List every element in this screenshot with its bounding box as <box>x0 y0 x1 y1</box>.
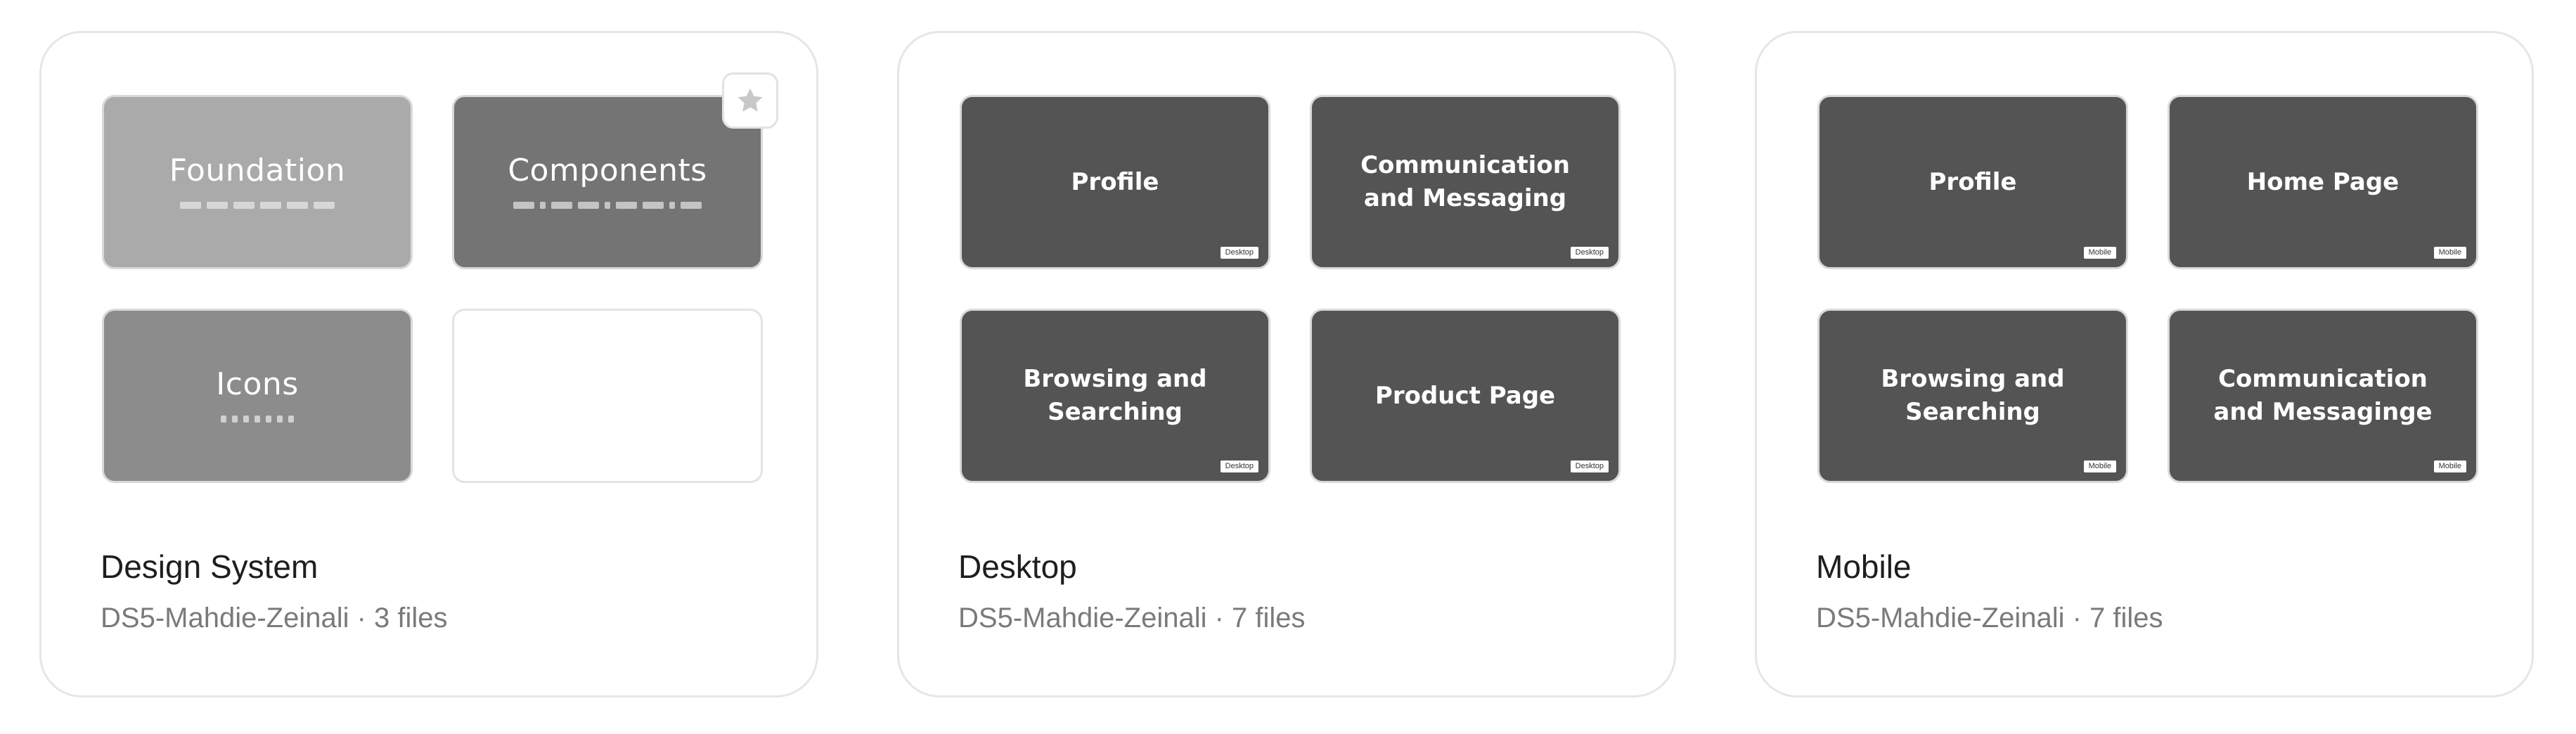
device-tag: Mobile <box>2083 461 2116 472</box>
thumbnail-label: Profile <box>1928 167 2017 196</box>
project-card-design-system[interactable]: Foundation Components Icons Design Syste… <box>39 31 818 697</box>
thumbnail-label: Icons <box>216 366 299 402</box>
thumbnail-label: Product Page <box>1374 381 1556 410</box>
thumbnail-label: Communication and Messaging <box>1360 151 1570 212</box>
thumbnail-icons[interactable]: Icons <box>102 309 413 483</box>
thumbnail-browsing-and-searching[interactable]: Browsing and Searching Mobile <box>1817 309 2128 483</box>
device-tag: Desktop <box>1220 247 1258 259</box>
thumbnail-communication-and-messaging[interactable]: Communication and Messaging Desktop <box>1310 95 1621 269</box>
device-tag: Mobile <box>2433 461 2466 472</box>
project-card-mobile[interactable]: Profile Mobile Home Page Mobile Browsing… <box>1755 31 2534 697</box>
device-tag: Mobile <box>2083 247 2116 259</box>
thumbnail-foundation[interactable]: Foundation <box>102 95 413 269</box>
thumbnail-empty <box>452 309 763 483</box>
favorite-star-button[interactable] <box>722 72 778 129</box>
device-tag: Mobile <box>2433 247 2466 259</box>
thumbnail-label: Home Page <box>2246 167 2400 196</box>
thumbnail-label: Communication and Messaginge <box>2213 365 2433 426</box>
star-icon <box>738 88 763 112</box>
device-tag: Desktop <box>1570 247 1609 259</box>
project-title[interactable]: Mobile <box>1816 550 1912 583</box>
thumbnail-profile[interactable]: Profile Desktop <box>960 95 1270 269</box>
decorative-dashes <box>513 202 702 209</box>
thumbnail-profile[interactable]: Profile Mobile <box>1817 95 2128 269</box>
project-card-desktop[interactable]: Profile Desktop Communication and Messag… <box>897 31 1676 697</box>
project-meta: DS5-Mahdie-Zeinali · 7 files <box>958 603 1306 633</box>
thumbnail-label: Components <box>508 153 707 188</box>
thumbnail-label: Foundation <box>169 153 346 188</box>
decorative-dashes <box>180 202 335 209</box>
device-tag: Desktop <box>1220 461 1258 472</box>
project-meta: DS5-Mahdie-Zeinali · 7 files <box>1816 603 2163 633</box>
project-title[interactable]: Desktop <box>958 550 1077 583</box>
thumbnail-components[interactable]: Components <box>452 95 763 269</box>
thumbnail-browsing-and-searching[interactable]: Browsing and Searching Desktop <box>960 309 1270 483</box>
project-meta: DS5-Mahdie-Zeinali · 3 files <box>101 603 448 633</box>
project-title[interactable]: Design System <box>101 550 318 583</box>
thumbnail-label: Browsing and Searching <box>1023 365 1207 426</box>
thumbnail-communication-and-messaging[interactable]: Communication and Messaginge Mobile <box>2168 309 2478 483</box>
decorative-dashes <box>221 416 294 423</box>
thumbnail-label: Browsing and Searching <box>1881 365 2065 426</box>
thumbnail-label: Profile <box>1071 167 1159 196</box>
thumbnail-product-page[interactable]: Product Page Desktop <box>1310 309 1621 483</box>
thumbnail-home-page[interactable]: Home Page Mobile <box>2168 95 2478 269</box>
device-tag: Desktop <box>1570 461 1609 472</box>
